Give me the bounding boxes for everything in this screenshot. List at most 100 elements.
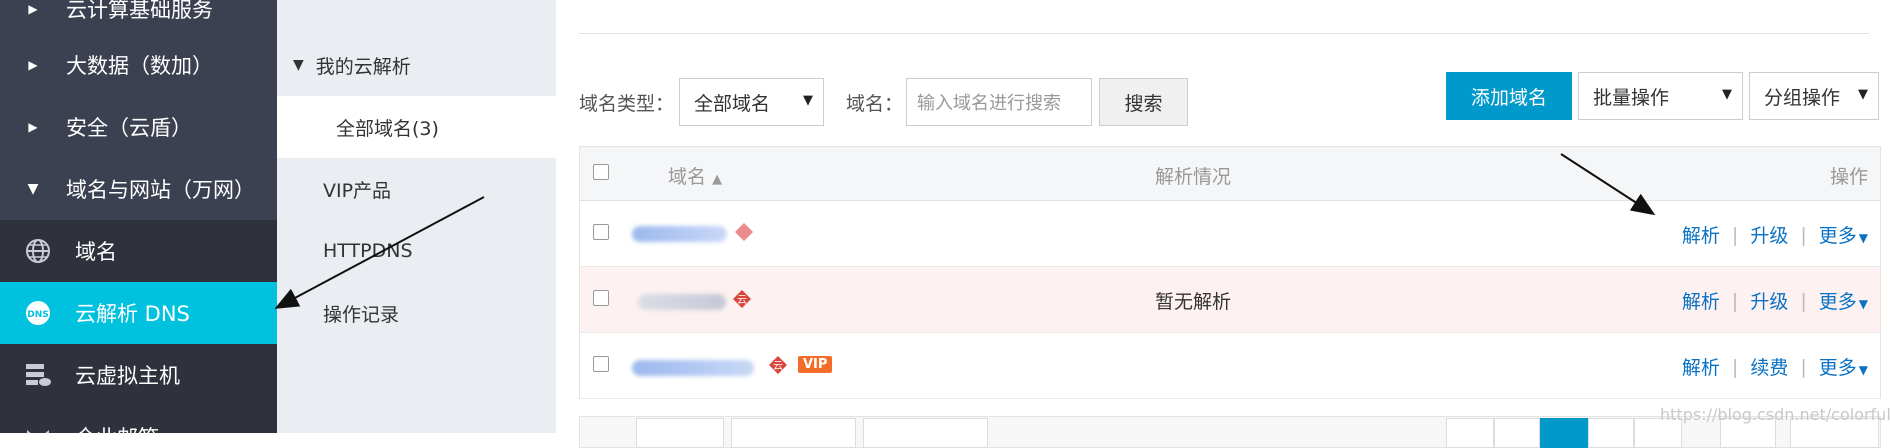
sidebar-group-label: 域名与网站（万网） (66, 178, 255, 202)
page-button[interactable] (1494, 418, 1540, 448)
more-link[interactable]: 更多 ▼ (1819, 353, 1868, 380)
page-button[interactable] (1446, 418, 1494, 448)
server-icon (0, 362, 75, 388)
batch-ops-label: 批量操作 (1593, 86, 1670, 109)
mail-icon (0, 426, 75, 433)
sidebar-item-domain[interactable]: 域名 (0, 220, 277, 282)
separator: | (1800, 355, 1807, 378)
vip-badge: VIP (798, 356, 833, 373)
batch-ops-select[interactable]: 批量操作 ▼ (1578, 72, 1743, 120)
add-domain-button[interactable]: 添加域名 (1446, 72, 1572, 120)
separator: | (1731, 289, 1739, 312)
sidebar-group-security[interactable]: ▶ 安全（云盾） (0, 96, 277, 158)
domain-label: 域名： (846, 93, 904, 115)
table-row: 云 暂无解析 解析 | 升级 | 更多 ▼ (580, 267, 1880, 333)
sidebar-item-virtual-host[interactable]: 云虚拟主机 (0, 344, 277, 406)
group-ops-select[interactable]: 分组操作 ▼ (1749, 72, 1879, 120)
search-button[interactable]: 搜索 (1099, 78, 1188, 126)
caret-down-icon: ▼ (1858, 231, 1868, 245)
dns-shield-icon: 云 (733, 290, 751, 308)
subnav-item-label: 全部域名(3) (336, 117, 439, 140)
upgrade-link[interactable]: 升级 (1750, 287, 1788, 314)
separator: | (1731, 223, 1739, 246)
separator: | (1800, 289, 1807, 312)
more-link[interactable]: 更多 ▼ (1819, 221, 1868, 248)
main-sidebar: ▶ 云计算基础服务 ▶ 大数据（数加） ▶ 安全（云盾） ▼ 域名与网站（万网）… (0, 0, 277, 433)
page-button[interactable] (1588, 418, 1634, 448)
subnav-item-all-domains[interactable]: 全部域名(3) (277, 96, 556, 158)
svg-text:云: 云 (773, 361, 783, 372)
resolve-link[interactable]: 解析 (1682, 221, 1720, 248)
sidebar-group-label: 云计算基础服务 (66, 0, 213, 22)
table-header: 域名 ▲ 解析情况 操作 (580, 147, 1880, 201)
separator: | (1731, 355, 1739, 378)
sidebar-item-mail[interactable]: 企业邮箱 (0, 406, 277, 433)
sidebar-group-label: 安全（云盾） (66, 116, 192, 140)
renew-link[interactable]: 续费 (1750, 353, 1788, 380)
divider (579, 33, 1869, 34)
more-label: 更多 (1818, 291, 1857, 313)
subnav-item-label: HTTPDNS (323, 240, 413, 262)
subnav-group-my-dns[interactable]: ▼ 我的云解析 (277, 34, 556, 96)
sidebar-group-domain-website[interactable]: ▼ 域名与网站（万网） (0, 158, 277, 220)
sort-asc-icon: ▲ (712, 172, 723, 187)
caret-right-icon: ▶ (28, 120, 38, 134)
sidebar-item-label: 域名 (75, 240, 117, 264)
sidebar-group-big-data[interactable]: ▶ 大数据（数加） (0, 34, 277, 96)
caret-down-icon: ▼ (293, 57, 304, 73)
dropdown-arrow-icon: ▼ (803, 93, 813, 108)
dropdown-arrow-icon: ▼ (1722, 87, 1732, 102)
select-all-checkbox[interactable] (593, 164, 609, 180)
subnav-item-label: VIP产品 (323, 179, 392, 202)
caret-right-icon: ▶ (28, 2, 38, 16)
dns-subnav: ▼ 我的云解析 全部域名(3) VIP产品 HTTPDNS 操作记录 (277, 0, 556, 433)
row-actions: 解析 | 升级 | 更多 ▼ (1682, 287, 1868, 314)
subnav-group-label: 我的云解析 (315, 55, 411, 78)
caret-right-icon: ▶ (28, 58, 38, 72)
column-header-status: 解析情况 (1155, 166, 1232, 188)
group-ops-label: 分组操作 (1764, 86, 1841, 109)
caret-down-icon: ▼ (1858, 363, 1868, 377)
upgrade-link[interactable]: 升级 (1750, 221, 1788, 248)
dns-icon: DNS (0, 299, 75, 327)
row-checkbox[interactable] (593, 290, 609, 306)
row-checkbox[interactable] (593, 224, 609, 240)
dns-shield-icon (735, 223, 753, 241)
more-label: 更多 (1818, 357, 1857, 379)
domain-name-redacted[interactable] (638, 294, 726, 310)
more-link[interactable]: 更多 ▼ (1819, 287, 1868, 314)
footer-button[interactable] (863, 418, 988, 448)
subnav-item-operation-log[interactable]: 操作记录 (277, 282, 556, 344)
dropdown-arrow-icon: ▼ (1858, 87, 1868, 102)
domain-type-value: 全部域名 (694, 92, 771, 115)
domain-name-redacted[interactable] (632, 226, 727, 242)
search-placeholder: 输入域名进行搜索 (917, 93, 1061, 114)
search-button-label: 搜索 (1124, 92, 1163, 115)
column-header-domain[interactable]: 域名 ▲ (668, 162, 722, 189)
sidebar-item-label: 企业邮箱 (75, 422, 159, 433)
page-button-active[interactable] (1540, 418, 1588, 448)
domain-table: 域名 ▲ 解析情况 操作 解析 | 升级 | 更多 ▼ 云 暂无解析 解析 | 升… (579, 146, 1881, 399)
subnav-item-vip[interactable]: VIP产品 (277, 158, 556, 220)
dns-shield-icon: 云 (769, 356, 787, 374)
sidebar-item-dns[interactable]: DNS 云解析 DNS (0, 282, 277, 344)
watermark: https://blog.csdn.net/colorfulyan (1660, 405, 1890, 424)
footer-button[interactable] (731, 418, 856, 448)
svg-text:DNS: DNS (27, 310, 49, 320)
subnav-item-label: 操作记录 (323, 303, 400, 326)
domain-type-label: 域名类型： (579, 93, 675, 115)
resolve-link[interactable]: 解析 (1682, 353, 1720, 380)
separator: | (1800, 223, 1807, 246)
domain-search-input[interactable]: 输入域名进行搜索 (906, 78, 1092, 126)
footer-button[interactable] (636, 418, 724, 448)
resolve-link[interactable]: 解析 (1682, 287, 1720, 314)
subnav-item-httpdns[interactable]: HTTPDNS (277, 220, 556, 282)
row-actions: 解析 | 升级 | 更多 ▼ (1682, 221, 1868, 248)
table-row: 解析 | 升级 | 更多 ▼ (580, 201, 1880, 267)
row-actions: 解析 | 续费 | 更多 ▼ (1682, 353, 1868, 380)
domain-name-redacted[interactable] (632, 360, 754, 376)
domain-type-select[interactable]: 全部域名 ▼ (679, 78, 824, 126)
sidebar-item-label: 云虚拟主机 (75, 364, 180, 388)
globe-icon (0, 238, 75, 264)
row-checkbox[interactable] (593, 356, 609, 372)
